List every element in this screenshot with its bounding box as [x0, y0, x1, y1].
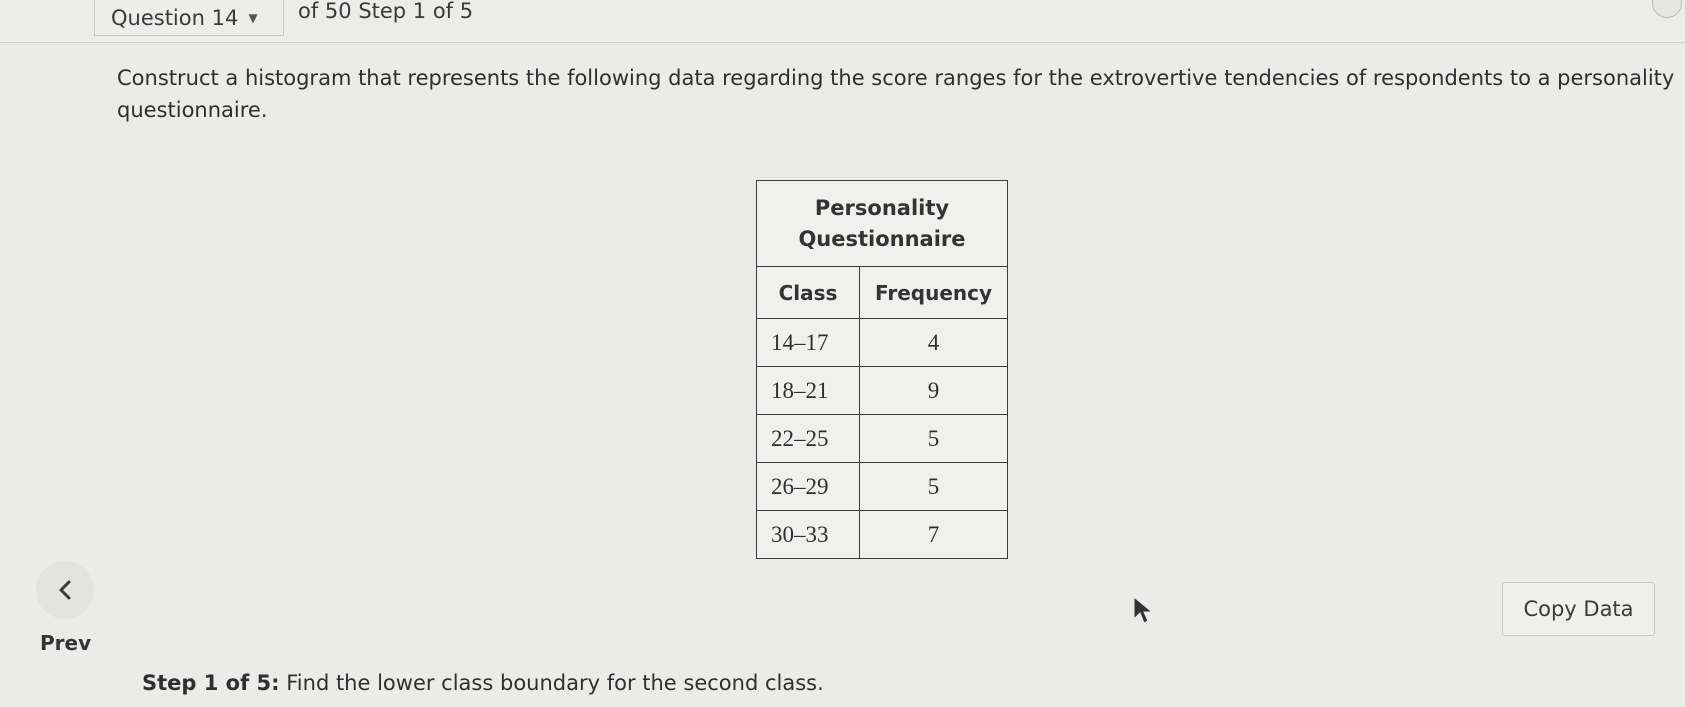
table-row: 26–29 5 [756, 462, 1008, 511]
table-title-line1: Personality [814, 195, 950, 220]
table-title-row: Personality Questionnaire [756, 180, 1008, 267]
frequency-cell: 5 [859, 462, 1008, 511]
frequency-table: Personality Questionnaire Class Frequenc… [756, 180, 1008, 559]
question-selector[interactable]: Question 14 ▼ [94, 0, 284, 36]
step-instruction: Step 1 of 5: Find the lower class bounda… [142, 671, 824, 695]
copy-data-button[interactable]: Copy Data [1502, 582, 1655, 636]
table-title-line2: Questionnaire [798, 226, 966, 251]
prev-label[interactable]: Prev [40, 631, 91, 655]
class-cell: 18–21 [756, 366, 860, 415]
frequency-cell: 5 [859, 414, 1008, 463]
table-row: 22–25 5 [756, 414, 1008, 463]
table-title: Personality Questionnaire [756, 180, 1008, 267]
class-cell: 22–25 [756, 414, 860, 463]
table-row: 30–33 7 [756, 510, 1008, 559]
mouse-pointer-icon [1133, 595, 1154, 624]
frequency-cell: 4 [859, 318, 1008, 367]
prev-button[interactable] [36, 561, 94, 619]
progress-text: of 50 Step 1 of 5 [298, 0, 474, 23]
table-row: 14–17 4 [756, 318, 1008, 367]
question-prompt: Construct a histogram that represents th… [117, 66, 1675, 122]
question-label: Question 14 [111, 5, 239, 30]
top-bar: Question 14 ▼ of 50 Step 1 of 5 [0, 0, 1685, 43]
step-text: Find the lower class boundary for the se… [286, 671, 824, 695]
top-right-button[interactable] [1652, 0, 1682, 18]
frequency-cell: 9 [859, 366, 1008, 415]
frequency-cell: 7 [859, 510, 1008, 559]
class-cell: 26–29 [756, 462, 860, 511]
class-cell: 30–33 [756, 510, 860, 559]
caret-down-icon: ▼ [248, 10, 258, 25]
class-cell: 14–17 [756, 318, 860, 367]
column-header-class: Class [756, 266, 860, 319]
chevron-left-icon [59, 580, 71, 600]
table-header-row: Class Frequency [756, 266, 1008, 319]
table-row: 18–21 9 [756, 366, 1008, 415]
step-prefix: Step 1 of 5: [142, 671, 280, 695]
column-header-frequency: Frequency [859, 266, 1008, 319]
